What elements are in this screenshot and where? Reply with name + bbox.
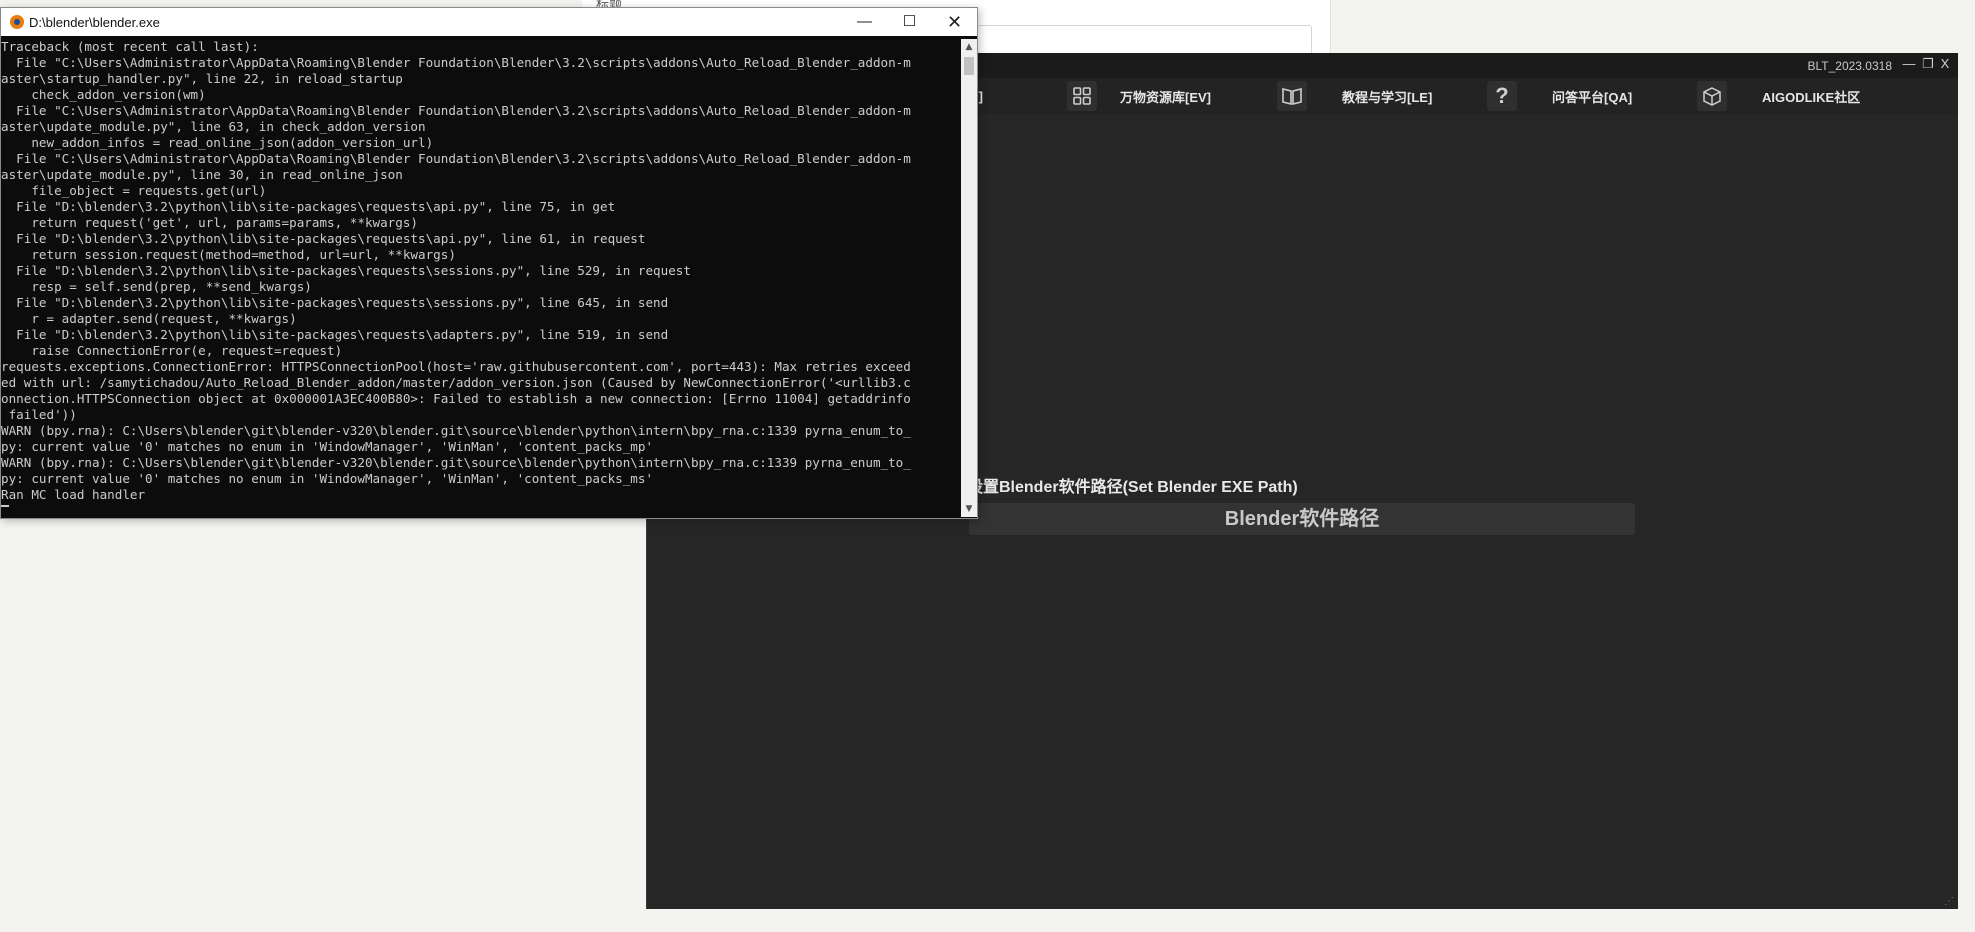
console-line: resp = self.send(prep, **send_kwargs) — [1, 279, 312, 294]
console-line: WARN (bpy.rna): C:\Users\blender\git\ble… — [1, 455, 911, 470]
console-line: File "D:\blender\3.2\python\lib\site-pac… — [1, 263, 691, 278]
nav-label: 问答平台[QA] — [1552, 89, 1633, 105]
app-close-button[interactable]: X — [1936, 56, 1954, 71]
nav-item-qa[interactable]: ? 问答平台[QA] — [1487, 78, 1632, 114]
console-window: D:\blender\blender.exe — ☐ ✕ Traceback (… — [0, 7, 978, 519]
app-minimize-button[interactable]: — — [1900, 56, 1918, 71]
app-title: BLT_2023.0318 — [1807, 59, 1892, 73]
question-icon: ? — [1487, 81, 1517, 111]
console-line: File "D:\blender\3.2\python\lib\site-pac… — [1, 199, 616, 214]
nav-label: AIGODLIKE社区 — [1762, 89, 1861, 105]
console-scrollbar[interactable]: ▲ ▼ — [961, 39, 977, 517]
resize-grip-icon[interactable]: ⋰ — [1944, 896, 1954, 907]
grid-icon — [1067, 81, 1097, 111]
scroll-up-icon[interactable]: ▲ — [961, 39, 977, 55]
scroll-down-icon[interactable]: ▼ — [961, 501, 977, 517]
console-line: Ran MC load handler — [1, 487, 146, 502]
console-line: ed with url: /samytichadou/Auto_Reload_B… — [1, 375, 911, 390]
scroll-thumb[interactable] — [964, 57, 974, 75]
console-line: requests.exceptions.ConnectionError: HTT… — [1, 359, 911, 374]
console-line: check_addon_version(wm) — [1, 87, 206, 102]
console-line: File "C:\Users\Administrator\AppData\Roa… — [1, 55, 911, 70]
nav-label: 教程与学习[LE] — [1342, 89, 1433, 105]
console-line: py: current value '0' matches no enum in… — [1, 471, 654, 486]
nav-item-le[interactable]: 教程与学习[LE] — [1277, 78, 1432, 114]
blender-logo-icon — [10, 15, 24, 29]
console-line: File "D:\blender\3.2\python\lib\site-pac… — [1, 327, 669, 342]
console-line: aster\startup_handler.py", line 22, in r… — [1, 71, 403, 86]
console-line: new_addon_infos = read_online_json(addon… — [1, 135, 434, 150]
console-line: onnection.HTTPSConnection object at 0x00… — [1, 391, 911, 406]
console-line: Traceback (most recent call last): — [1, 39, 259, 54]
cube-icon — [1697, 81, 1727, 111]
console-close-button[interactable]: ✕ — [932, 8, 977, 36]
exe-path-button[interactable]: Blender软件路径 — [969, 503, 1635, 535]
console-line: return request('get', url, params=params… — [1, 215, 419, 230]
console-output[interactable]: Traceback (most recent call last): File … — [1, 39, 961, 515]
console-titlebar: D:\blender\blender.exe — ☐ ✕ — [1, 8, 977, 36]
console-line: file_object = requests.get(url) — [1, 183, 267, 198]
console-line: File "D:\blender\3.2\python\lib\site-pac… — [1, 231, 646, 246]
console-cursor — [1, 505, 9, 507]
console-line: return session.request(method=method, ur… — [1, 247, 456, 262]
console-line: raise ConnectionError(e, request=request… — [1, 343, 343, 358]
nav-label: 万物资源库[EV] — [1120, 89, 1212, 105]
console-line: py: current value '0' matches no enum in… — [1, 439, 654, 454]
console-title: D:\blender\blender.exe — [29, 15, 160, 30]
app-restore-button[interactable]: ❐ — [1919, 56, 1937, 72]
console-minimize-button[interactable]: — — [842, 8, 887, 36]
console-maximize-button[interactable]: ☐ — [887, 8, 932, 36]
nav-item-ev[interactable]: 万物资源库[EV] — [1067, 78, 1211, 114]
console-line: File "D:\blender\3.2\python\lib\site-pac… — [1, 295, 669, 310]
console-line: aster\update_module.py", line 63, in che… — [1, 119, 426, 134]
console-line: File "C:\Users\Administrator\AppData\Roa… — [1, 151, 911, 166]
console-line: File "C:\Users\Administrator\AppData\Roa… — [1, 103, 911, 118]
nav-item-aigodlike[interactable]: AIGODLIKE社区 — [1697, 78, 1860, 114]
console-line: WARN (bpy.rna): C:\Users\blender\git\ble… — [1, 423, 911, 438]
console-line: aster\update_module.py", line 30, in rea… — [1, 167, 403, 182]
console-line: r = adapter.send(request, **kwargs) — [1, 311, 297, 326]
exe-path-label: 设置Blender软件路径(Set Blender EXE Path) — [967, 479, 1298, 496]
console-line: failed')) — [1, 407, 77, 422]
book-icon — [1277, 81, 1307, 111]
